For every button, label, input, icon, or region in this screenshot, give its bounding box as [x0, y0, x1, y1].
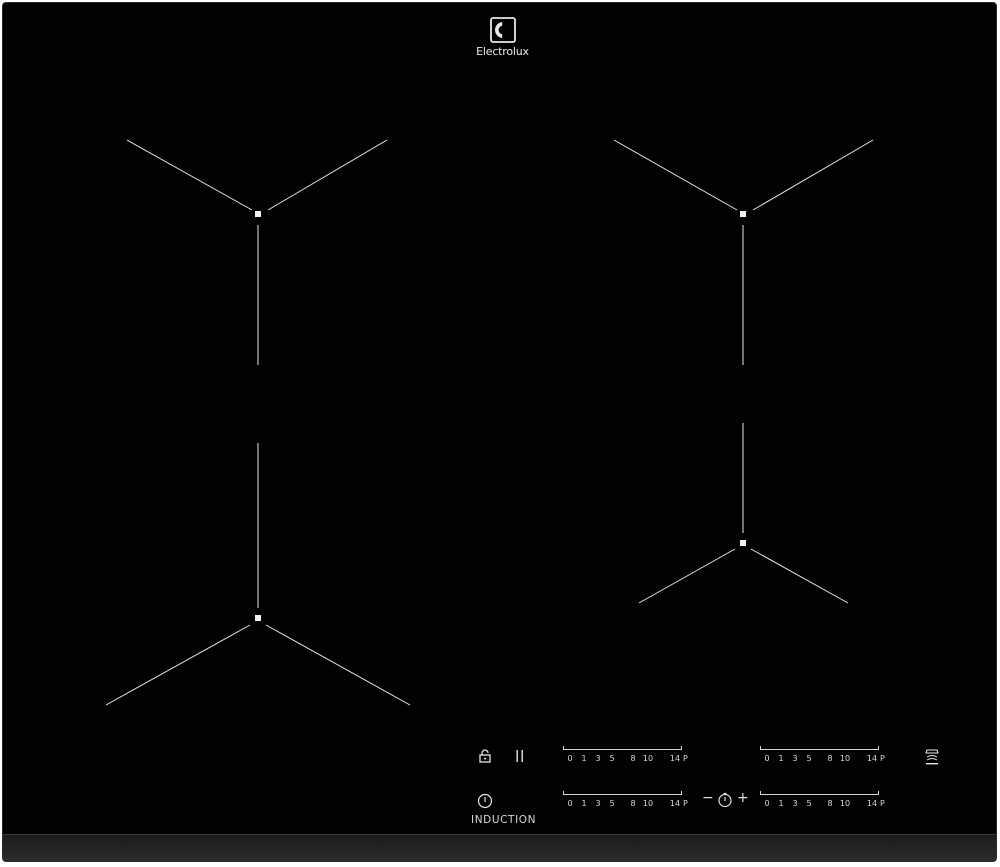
- slider-level-label: 3: [595, 799, 601, 808]
- lock-icon: [479, 749, 491, 763]
- timer-plus-button[interactable]: +: [737, 790, 749, 806]
- slider-level-label: 8: [630, 799, 636, 808]
- slider-track[interactable]: [563, 794, 681, 795]
- hob-to-hood-button[interactable]: [923, 747, 941, 767]
- slider-level-label: 1: [778, 799, 784, 808]
- zone-front-left-line: [265, 624, 411, 706]
- slider-level-label: 8: [827, 799, 833, 808]
- zone-front-left-indicator: [255, 615, 261, 621]
- timer-icon: [718, 792, 732, 808]
- slider-level-label: 5: [609, 799, 615, 808]
- brand-name: Electrolux: [476, 45, 529, 58]
- brand: Electrolux: [465, 17, 540, 58]
- zone-rear-right-line: [613, 139, 738, 211]
- slider-level-label: 0: [567, 799, 573, 808]
- slider-level-label: 0: [764, 799, 770, 808]
- power-slider-front-right[interactable]: 0 1 3 5 8 10 14 P: [760, 791, 886, 814]
- slider-end-tick: [563, 791, 564, 795]
- hob-to-hood-icon: [925, 749, 939, 765]
- slider-end-tick: [760, 746, 761, 750]
- slider-level-label: 3: [792, 754, 798, 763]
- pause-button[interactable]: [512, 748, 528, 764]
- slider-end-tick: [563, 746, 564, 750]
- slider-level-label: 5: [806, 754, 812, 763]
- slider-end-tick: [878, 746, 879, 750]
- slider-level-label: 14: [669, 799, 681, 808]
- power-slider-rear-right[interactable]: 0 1 3 5 8 10 14 P: [760, 746, 886, 769]
- slider-level-label: P: [683, 754, 688, 763]
- slider-level-label: 8: [827, 754, 833, 763]
- zone-rear-left-line: [126, 139, 253, 211]
- electrolux-logo-icon: [489, 17, 516, 43]
- slider-level-label: P: [880, 799, 885, 808]
- zone-front-left-line: [105, 624, 251, 706]
- zone-front-right-line: [750, 548, 849, 604]
- power-slider-rear-left[interactable]: 0 1 3 5 8 10 14 P: [563, 746, 689, 769]
- power-slider-front-left[interactable]: 0 1 3 5 8 10 14 P: [563, 791, 689, 814]
- lock-button[interactable]: [477, 748, 493, 764]
- slider-level-label: 3: [595, 754, 601, 763]
- slider-level-label: 14: [866, 754, 878, 763]
- pause-icon: [516, 750, 523, 762]
- zone-rear-right-line: [752, 139, 874, 211]
- slider-level-label: 14: [866, 799, 878, 808]
- slider-level-label: 10: [642, 754, 654, 763]
- zone-rear-left-line: [267, 139, 388, 211]
- slider-level-label: 10: [642, 799, 654, 808]
- slider-track[interactable]: [760, 749, 878, 750]
- zone-rear-right-indicator: [740, 211, 746, 217]
- timer-minus-button[interactable]: −: [702, 790, 714, 806]
- slider-end-tick: [760, 791, 761, 795]
- slider-level-label: 3: [792, 799, 798, 808]
- zone-rear-left-indicator: [255, 211, 261, 217]
- slider-level-label: 5: [609, 754, 615, 763]
- zone-front-right-line: [638, 548, 736, 604]
- induction-hob: Electrolux INDUCTION 0 1 3 5 8 10 14 P 0…: [2, 2, 997, 862]
- slider-level-label: 0: [567, 754, 573, 763]
- slider-level-label: 5: [806, 799, 812, 808]
- hob-front-edge: [3, 834, 996, 861]
- slider-level-label: 1: [581, 799, 587, 808]
- cooking-zone-markings: [105, 139, 874, 706]
- slider-level-label: 0: [764, 754, 770, 763]
- slider-track[interactable]: [760, 794, 878, 795]
- slider-level-label: 1: [778, 754, 784, 763]
- slider-level-label: 10: [839, 754, 851, 763]
- slider-level-label: P: [683, 799, 688, 808]
- slider-track[interactable]: [563, 749, 681, 750]
- slider-level-label: 14: [669, 754, 681, 763]
- power-button[interactable]: [476, 792, 494, 810]
- slider-level-label: 1: [581, 754, 587, 763]
- induction-label: INDUCTION: [471, 814, 537, 826]
- slider-level-label: P: [880, 754, 885, 763]
- power-icon: [477, 793, 493, 809]
- slider-end-tick: [681, 791, 682, 795]
- slider-end-tick: [681, 746, 682, 750]
- slider-level-label: 10: [839, 799, 851, 808]
- zone-front-right-indicator: [740, 540, 746, 546]
- slider-level-label: 8: [630, 754, 636, 763]
- slider-end-tick: [878, 791, 879, 795]
